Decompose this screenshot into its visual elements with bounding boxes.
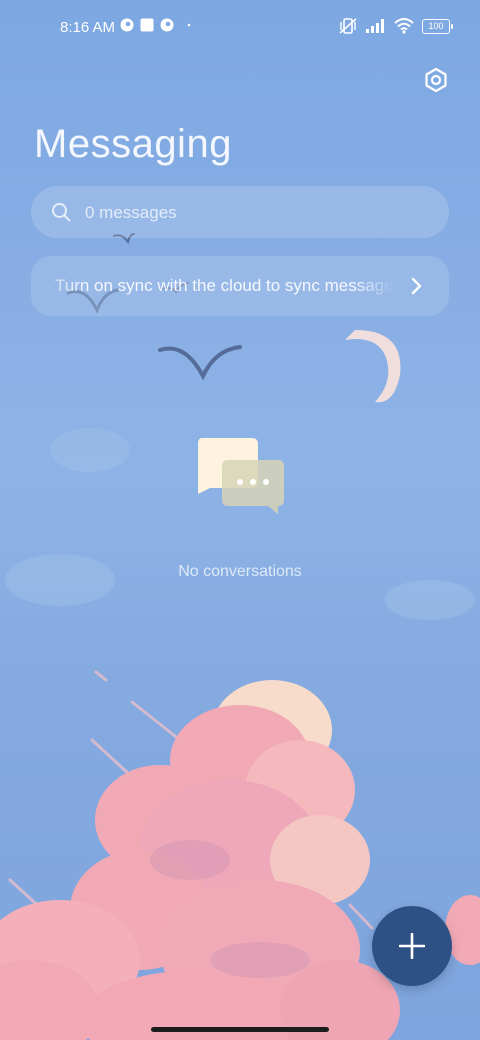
search-icon <box>52 203 71 222</box>
settings-icon[interactable] <box>422 66 450 94</box>
search-bar[interactable] <box>31 186 449 240</box>
sync-banner-text: Turn on sync with the cloud to sync mess… <box>55 276 395 295</box>
signal-icon <box>366 19 384 33</box>
square-notification-icon <box>140 18 154 32</box>
new-message-button[interactable] <box>372 906 452 986</box>
home-indicator[interactable] <box>151 1027 329 1032</box>
status-time: 8:16 AM <box>60 19 116 36</box>
battery-icon: 100 <box>422 18 453 34</box>
chat-bubbles-icon <box>198 438 284 514</box>
sync-banner[interactable]: Turn on sync with the cloud to sync mess… <box>31 256 449 316</box>
app-notification-icon <box>120 18 134 32</box>
app-notification-icon <box>160 18 174 32</box>
chevron-right-icon <box>411 277 422 295</box>
empty-state-text: No conversations <box>178 563 302 580</box>
status-bar: 8:16 AM 100 <box>0 0 480 56</box>
status-notification-icons <box>120 18 194 32</box>
wifi-icon <box>394 18 414 34</box>
dot-icon <box>187 23 191 27</box>
search-input[interactable] <box>83 186 427 240</box>
status-system-icons: 100 <box>338 17 453 35</box>
plus-icon <box>399 933 425 959</box>
page-title: Messaging <box>34 122 232 166</box>
vibrate-off-icon <box>339 18 357 34</box>
